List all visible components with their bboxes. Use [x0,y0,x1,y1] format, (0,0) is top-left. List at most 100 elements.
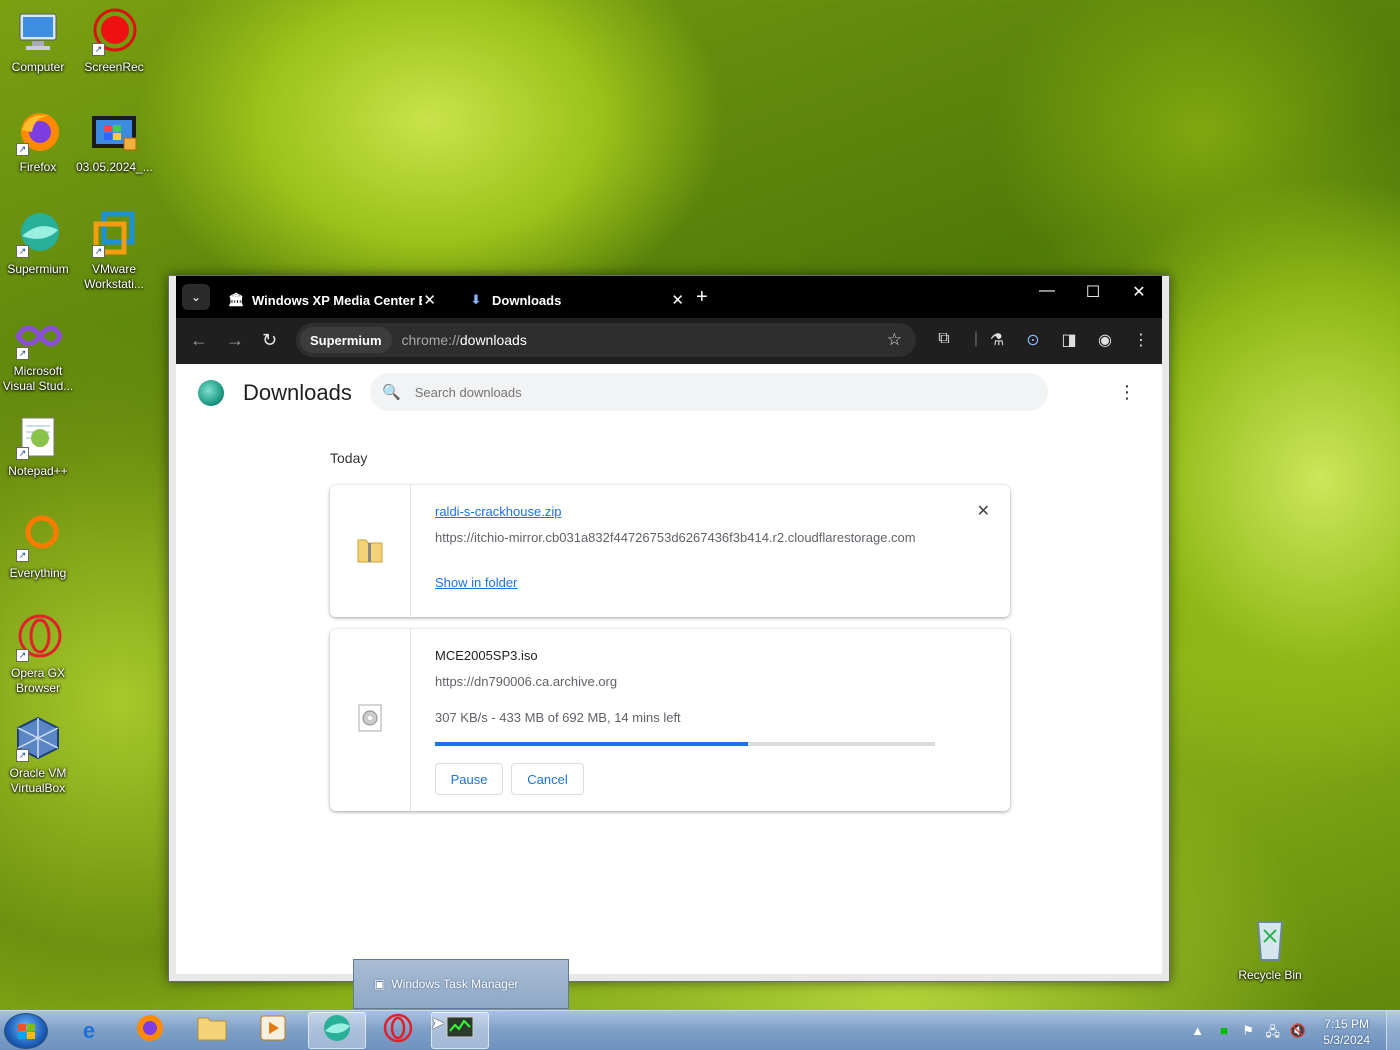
downloads-page: Downloads 🔍 ⋮ Today raldi-s-crackhouse.z… [176,364,1162,974]
back-button[interactable]: ← [190,330,208,351]
menu-kebab-icon[interactable]: ⋮ [1130,330,1152,350]
search-bar[interactable]: 🔍 [370,373,1048,411]
desktop-icon-label: Microsoft Visual Stud... [2,364,74,393]
close-icon[interactable]: ✕ [671,291,684,309]
desktop-icon-label: Recycle Bin [1238,968,1302,982]
desktop-icon-firefox[interactable]: ↗ Firefox [0,108,76,175]
desktop-icon-label: VMware Workstati... [84,262,144,291]
pause-button[interactable]: Pause [435,763,503,795]
search-icon: 🔍 [382,384,401,401]
media-player-icon [259,1014,287,1048]
download-filename-link[interactable]: raldi-s-crackhouse.zip [435,504,561,519]
reload-icon: ↻ [262,330,278,350]
address-bar[interactable]: Supermium chrome://downloads ☆ [296,323,916,357]
desktop-icon-label: Notepad++ [8,464,68,478]
disc-image-icon [357,703,383,738]
network-icon[interactable]: 🖧 [1266,1023,1281,1045]
bookmark-star-icon[interactable]: ☆ [887,330,902,350]
desktop-icon-label: Computer [11,60,65,74]
volume-muted-icon[interactable]: 🔇 [1290,1023,1306,1039]
extensions-icon[interactable]: ⧉ [933,330,955,348]
visual-studio-icon: ↗ [14,312,63,360]
tab-title: Downloads [492,292,562,308]
taskbar-supermium[interactable] [308,1012,366,1049]
site-chip[interactable]: Supermium [300,327,392,353]
desktop-icon-notepadpp[interactable]: ↗ Notepad++ [0,412,76,479]
tab-downloads[interactable]: ⬇ Downloads ✕ [456,282,696,318]
close-window-button[interactable]: ✕ [1116,282,1162,302]
desktop-icon-label: Supermium [7,262,69,276]
browser-toolbar: ← → ↻ Supermium chrome://downloads ☆ ⧉ |… [176,318,1162,364]
desktop-icon-virtualbox[interactable]: ↗ Oracle VM VirtualBox [0,714,76,796]
archive-icon: 🏛 [228,292,245,307]
vmware-icon: ↗ [90,210,138,258]
tab-search-button[interactable]: ⌄ [182,284,210,310]
taskbar-opera-gx[interactable] [369,1012,427,1049]
shortcut-arrow-icon: ↗ [16,245,29,258]
desktop-icon-label: Everything [9,566,67,580]
everything-icon: ↗ [14,514,62,562]
remove-download-close-icon[interactable]: ✕ [977,501,990,521]
desktop-icon-video-file[interactable]: 03.05.2024_... [76,108,153,175]
tab-strip: ⌄ 🏛 Windows XP Media Center Edi ✕ ⬇ Down… [176,276,1162,318]
desktop-icon-screenrec[interactable]: ↗ ScreenRec [76,8,152,75]
tab-windows-xp[interactable]: 🏛 Windows XP Media Center Edi ✕ [216,282,448,318]
download-progress-bar [435,742,935,746]
firefox-icon [135,1013,165,1049]
cancel-button[interactable]: Cancel [511,763,584,795]
new-tab-button[interactable]: + [696,286,708,309]
cpu-meter-icon[interactable]: ■ [1220,1023,1228,1038]
download-source-url: https://dn790006.ca.archive.org [435,674,618,689]
shortcut-arrow-icon: ↗ [16,649,29,662]
side-panel-icon[interactable]: ◨ [1058,330,1080,350]
labs-flask-icon[interactable]: ⚗ [986,330,1008,350]
file-icon-column [330,629,411,811]
desktop-icon-computer[interactable]: Computer [0,8,76,75]
shortcut-arrow-icon: ↗ [16,549,29,562]
desktop-icon-visual-studio[interactable]: ↗ Microsoft Visual Stud... [0,312,76,394]
page-title: Downloads [243,380,352,405]
url-text[interactable]: chrome://downloads [402,332,527,348]
supermium-logo [198,380,224,406]
shortcut-arrow-icon: ↗ [16,143,29,156]
notepadpp-icon: ↗ [14,412,62,460]
task-manager-icon: ▣ [374,977,386,991]
arrow-right-icon: → [226,330,244,350]
show-desktop-button[interactable] [1386,1011,1400,1050]
show-in-folder-link[interactable]: Show in folder [435,575,517,590]
page-menu-icon[interactable]: ⋮ [1118,382,1136,403]
close-icon[interactable]: ✕ [423,291,436,309]
desktop-icon-vmware[interactable]: ↗ VMware Workstati... [76,210,152,292]
maximize-button[interactable]: ☐ [1070,282,1116,302]
system-clock[interactable]: 7:15 PM 5/3/2024 [1323,1016,1370,1048]
desktop-icon-everything[interactable]: ↗ Everything [0,514,76,581]
desktop-icon-supermium[interactable]: ↗ Supermium [0,210,76,277]
taskbar-internet-explorer[interactable]: e [60,1012,118,1049]
forward-button[interactable]: → [226,330,244,351]
taskbar-firefox[interactable] [121,1012,179,1049]
search-input[interactable] [414,384,1015,400]
virtualbox-icon: ↗ [14,714,62,762]
action-center-flag-icon[interactable]: ⚑ [1242,1023,1254,1039]
downloads-toolbar-icon[interactable]: ⊙ [1022,330,1044,350]
computer-icon [14,8,62,56]
desktop-icon-label: Opera GX Browser [10,666,66,695]
desktop-icon-label: ScreenRec [84,60,144,74]
minimize-button[interactable]: — [1024,282,1070,300]
taskbar-thumbnail-tooltip[interactable]: ▣ Windows Task Manager [353,959,569,1009]
desktop-icon-recycle-bin[interactable]: Recycle Bin [1232,916,1308,983]
start-button[interactable] [4,1013,48,1049]
tooltip-label: Windows Task Manager [391,977,519,991]
profile-avatar-icon[interactable]: ◉ [1094,330,1116,350]
download-item-body: MCE2005SP3.iso https://dn790006.ca.archi… [435,629,990,811]
show-hidden-icons-chevron-icon[interactable]: ▲ [1191,1023,1204,1038]
reload-button[interactable]: ↻ [262,330,277,351]
task-manager-icon [445,1015,475,1047]
taskbar-media-player[interactable] [244,1012,302,1049]
shortcut-arrow-icon: ↗ [16,749,29,762]
desktop-icon-opera-gx[interactable]: ↗ Opera GX Browser [0,614,76,696]
screenrec-icon: ↗ [90,8,138,56]
shortcut-arrow-icon: ↗ [16,347,29,360]
taskbar-explorer[interactable] [183,1012,241,1049]
download-item-body: raldi-s-crackhouse.zip https://itchio-mi… [435,485,990,617]
